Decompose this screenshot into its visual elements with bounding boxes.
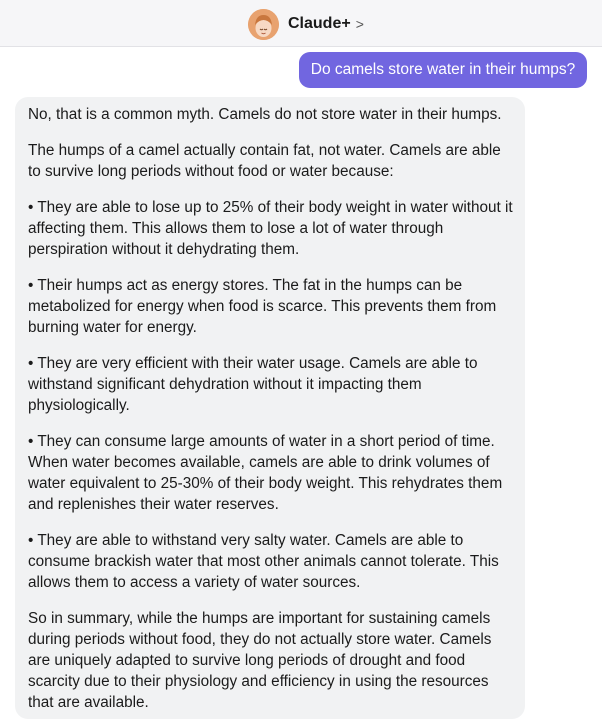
bot-name: Claude+ <box>288 15 351 32</box>
bot-title-button[interactable]: Claude+ > <box>248 8 364 40</box>
bot-bullet-paragraph: • Their humps act as energy stores. The … <box>28 277 497 336</box>
bot-bullet-paragraph: • They are able to lose up to 25% of the… <box>28 199 513 258</box>
chat-header: Claude+ > <box>0 0 602 47</box>
user-message-bubble: Do camels store water in their humps? <box>299 52 587 88</box>
bot-paragraph: No, that is a common myth. Camels do not… <box>28 106 502 123</box>
bot-paragraph: The humps of a camel actually contain fa… <box>28 142 501 180</box>
bot-bullet-paragraph: • They can consume large amounts of wate… <box>28 433 503 513</box>
bot-bullet-paragraph: • They are very efficient with their wat… <box>28 355 478 414</box>
bot-avatar-icon <box>248 8 279 40</box>
chevron-right-icon: > <box>355 16 364 32</box>
user-message-text: Do camels store water in their humps? <box>310 61 576 78</box>
bot-paragraph: So in summary, while the humps are impor… <box>28 610 492 711</box>
bot-message-bubble: No, that is a common myth. Camels do not… <box>15 97 525 719</box>
bot-bullet-paragraph: • They are able to withstand very salty … <box>28 532 499 591</box>
